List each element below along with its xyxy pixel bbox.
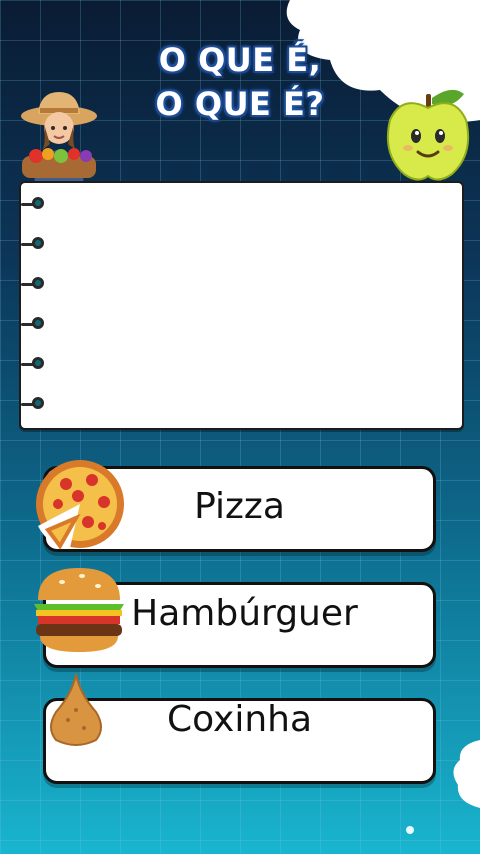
coxinha-icon bbox=[50, 673, 102, 746]
riddle-card bbox=[19, 181, 464, 430]
notebook-ring bbox=[21, 197, 44, 209]
farmer-emoji-icon bbox=[21, 92, 97, 186]
hamburger-icon bbox=[34, 568, 124, 652]
notebook-ring bbox=[21, 397, 44, 409]
pizza-icon bbox=[36, 460, 124, 550]
notebook-ring bbox=[21, 277, 44, 289]
notebook-ring bbox=[21, 357, 44, 369]
notebook-ring bbox=[21, 237, 44, 249]
cloud-decoration-small bbox=[453, 740, 480, 808]
apple-face-icon bbox=[386, 89, 470, 181]
title-line-1: O QUE É, bbox=[158, 41, 322, 79]
sparkle-dot bbox=[406, 826, 414, 834]
notebook-ring bbox=[21, 317, 44, 329]
